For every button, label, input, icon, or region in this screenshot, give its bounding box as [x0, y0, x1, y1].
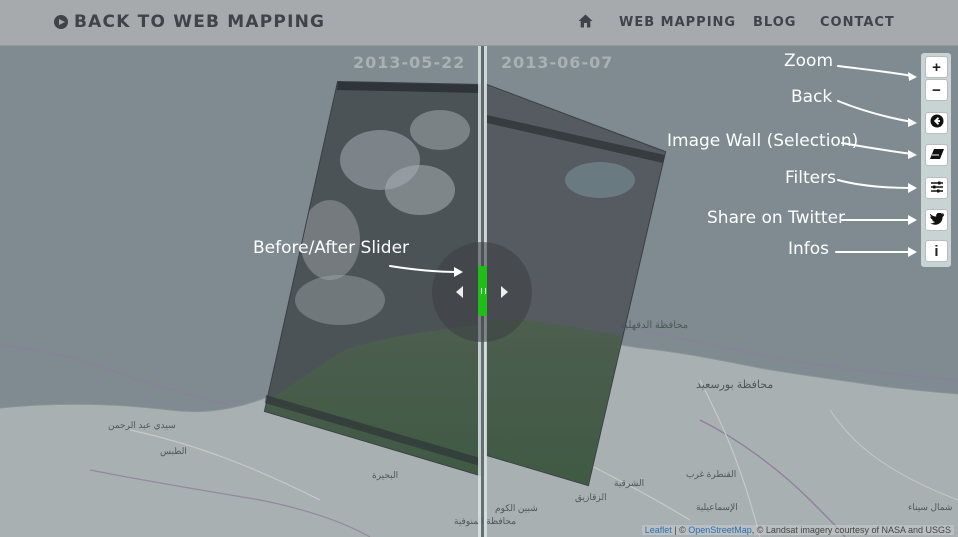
callout-share: Share on Twitter: [707, 208, 846, 228]
sliders-icon: [930, 180, 944, 197]
image-wall-button[interactable]: [925, 144, 948, 166]
map-label: محافظة بورسعيد: [696, 379, 774, 391]
callout-infos: Infos: [788, 239, 830, 259]
map-label: البحيرة: [372, 470, 399, 480]
map-label: الطبس: [160, 446, 187, 456]
slider-handle[interactable]: [478, 266, 487, 316]
map[interactable]: محافظة بورسعيد محافظة الدقهلية القنطرة غ…: [0, 0, 958, 537]
map-label: القنطرة غرب: [686, 469, 737, 479]
callout-zoom: Zoom: [784, 51, 834, 71]
home-link[interactable]: [578, 14, 593, 32]
map-label: محافظة الدقهلية: [620, 320, 689, 331]
slider-right-arrow-icon[interactable]: [501, 286, 508, 298]
play-circle-icon: [54, 15, 68, 29]
callout-filters: Filters: [785, 168, 836, 188]
zoom-in-button[interactable]: +: [925, 56, 948, 78]
slider-left-arrow-icon[interactable]: [456, 286, 463, 298]
back-link-label: BACK TO WEB MAPPING: [74, 12, 326, 32]
share-twitter-button[interactable]: [925, 209, 948, 231]
map-label: الزقازيق: [575, 492, 607, 502]
eraser-icon: [929, 147, 945, 164]
home-icon: [578, 14, 593, 32]
nav-web-mapping[interactable]: WEB MAPPING: [619, 15, 736, 30]
nav-blog[interactable]: BLOG: [753, 15, 796, 30]
top-navbar: BACK TO WEB MAPPING WEB MAPPING BLOG CON…: [0, 0, 958, 45]
map-label: شمال سيناء: [908, 502, 953, 512]
callout-image-wall: Image Wall (Selection): [667, 131, 859, 151]
nav-contact[interactable]: CONTACT: [820, 15, 895, 30]
back-circle-icon: [930, 114, 944, 132]
date-before-label: 2013-05-22: [353, 53, 466, 72]
back-to-web-mapping-link[interactable]: BACK TO WEB MAPPING: [54, 12, 325, 32]
map-attribution: Leaflet | © OpenStreetMap, © Landsat ima…: [641, 525, 954, 535]
zoom-out-button[interactable]: −: [925, 79, 948, 101]
map-label: شبين الكوم: [495, 503, 538, 513]
map-label: الإسماعيلية: [696, 502, 738, 512]
openstreetmap-link[interactable]: OpenStreetMap: [688, 525, 752, 535]
back-button[interactable]: [925, 112, 948, 134]
date-after-label: 2013-06-07: [501, 53, 614, 72]
callout-back: Back: [791, 87, 833, 107]
filters-button[interactable]: [925, 177, 948, 199]
twitter-icon: [929, 212, 944, 229]
map-label: الشرقية: [614, 478, 645, 488]
info-button[interactable]: i: [925, 240, 948, 262]
callout-slider: Before/After Slider: [253, 238, 410, 258]
map-label: سيدي عبد الرحمن: [108, 420, 176, 430]
leaflet-link[interactable]: Leaflet: [645, 525, 672, 535]
